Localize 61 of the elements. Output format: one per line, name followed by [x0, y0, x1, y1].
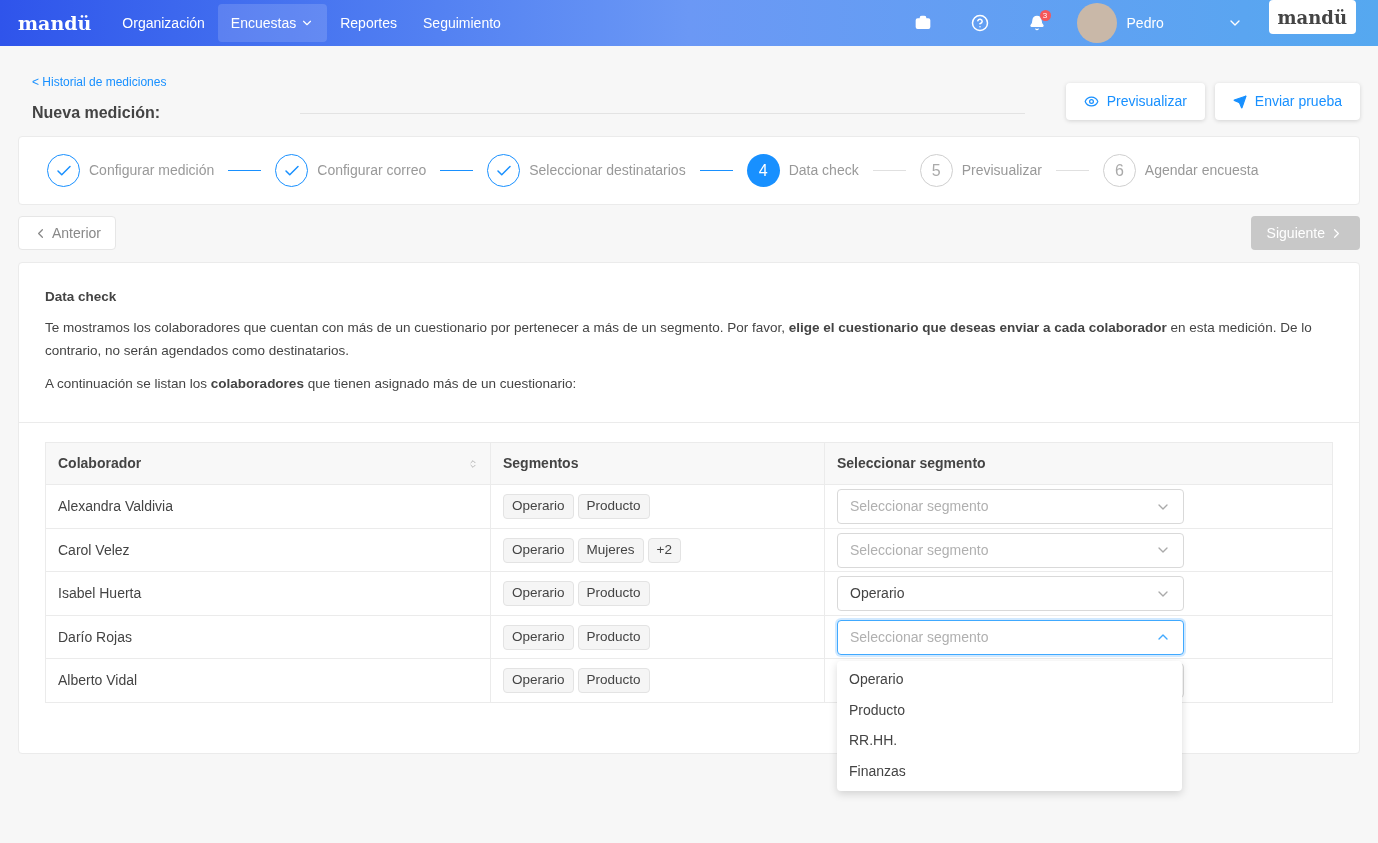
preview-button[interactable]: Previsualizar [1065, 83, 1205, 120]
avatar[interactable] [1076, 3, 1117, 43]
segment-select[interactable]: Seleccionar segmento [837, 619, 1184, 655]
segment-tag: +2 [647, 537, 681, 563]
segment-tag: Operario [503, 537, 574, 563]
segment-tag: Operario [503, 624, 574, 650]
back-link[interactable]: < Historial de mediciones [32, 75, 167, 89]
step-label: Data check [788, 161, 859, 180]
segment-tag: Operario [503, 581, 574, 606]
column-header[interactable]: Colaborador [58, 453, 142, 475]
step-label: Agendar encuesta [1144, 161, 1259, 180]
select-placeholder: Seleccionar segmento [850, 497, 989, 516]
help-icon[interactable] [970, 14, 989, 32]
segment-select[interactable]: Seleccionar segmento [837, 532, 1184, 568]
segment-tag: Operario [503, 494, 574, 519]
segment-tag: Producto [577, 624, 650, 650]
step-label: Configurar medición [89, 161, 215, 180]
step-indicator: 4 [746, 154, 780, 187]
brand-logo: mandü [1268, 0, 1356, 34]
table-cell: Darío Rojas [58, 628, 132, 645]
segment-select[interactable]: Seleccionar segmento [837, 489, 1184, 524]
segment-tag: Mujeres [577, 537, 644, 563]
eye-icon [1083, 94, 1099, 109]
nav-tab[interactable]: Seguimiento [410, 4, 514, 42]
nav-tab[interactable]: Encuestas [217, 4, 328, 42]
select-value: Operario [850, 584, 905, 603]
segment-tag: Producto [577, 668, 650, 693]
dropdown-option[interactable]: Operario [837, 664, 1182, 695]
briefcase-icon[interactable] [914, 15, 931, 31]
send-icon [1232, 94, 1247, 109]
segment-tag: Producto [577, 581, 650, 606]
step-label: Configurar correo [317, 161, 427, 180]
table-cell: Carol Velez [58, 541, 130, 558]
description-text: A continuación se listan los colaboradores que tienen asignado más de un cuestionario: [45, 375, 578, 394]
user-name[interactable]: Pedro [1126, 12, 1227, 34]
table-cell: Alexandra Valdivia [58, 498, 173, 514]
notification-badge: 3 [1039, 10, 1051, 21]
step-label: Seleccionar destinatarios [529, 161, 686, 180]
description-text: Te mostramos los colaboradores que cuentan con más de un cuestionario por pertenecer a más de un segmento. Por favor, elige el cuestionario que deseas enviar a cada colaborador en esta medición. De lo contrario, no serán agendados como destinatarios. [45, 319, 1313, 361]
previous-button[interactable]: Anterior [18, 216, 117, 250]
bell-icon[interactable] [1028, 15, 1045, 31]
segment-tag: Producto [577, 494, 650, 519]
segment-select[interactable]: Operario [837, 576, 1184, 611]
column-header: Seleccionar segmento [837, 454, 986, 474]
table-cell: Isabel Huerta [58, 585, 142, 601]
table-cell: Alberto Vidal [58, 672, 138, 688]
nav-tab[interactable]: Reportes [327, 4, 410, 42]
section-title: Data check [45, 288, 118, 306]
dropdown-option[interactable]: RR.HH. [837, 725, 1182, 756]
dropdown-option[interactable]: Finanzas [837, 756, 1182, 787]
dropdown-option[interactable]: Producto [837, 695, 1182, 726]
page-title: Nueva medición: [32, 103, 162, 123]
sort-icon[interactable] [468, 458, 478, 469]
send-test-button[interactable]: Enviar prueba [1214, 83, 1360, 120]
nav-tab[interactable]: Organización [109, 4, 218, 42]
column-header: Segmentos [503, 454, 579, 474]
step-label: Previsualizar [961, 161, 1042, 180]
select-placeholder: Seleccionar segmento [850, 627, 989, 647]
logo: mandü [17, 10, 93, 36]
select-placeholder: Seleccionar segmento [850, 540, 989, 560]
segment-tag: Operario [503, 668, 574, 693]
